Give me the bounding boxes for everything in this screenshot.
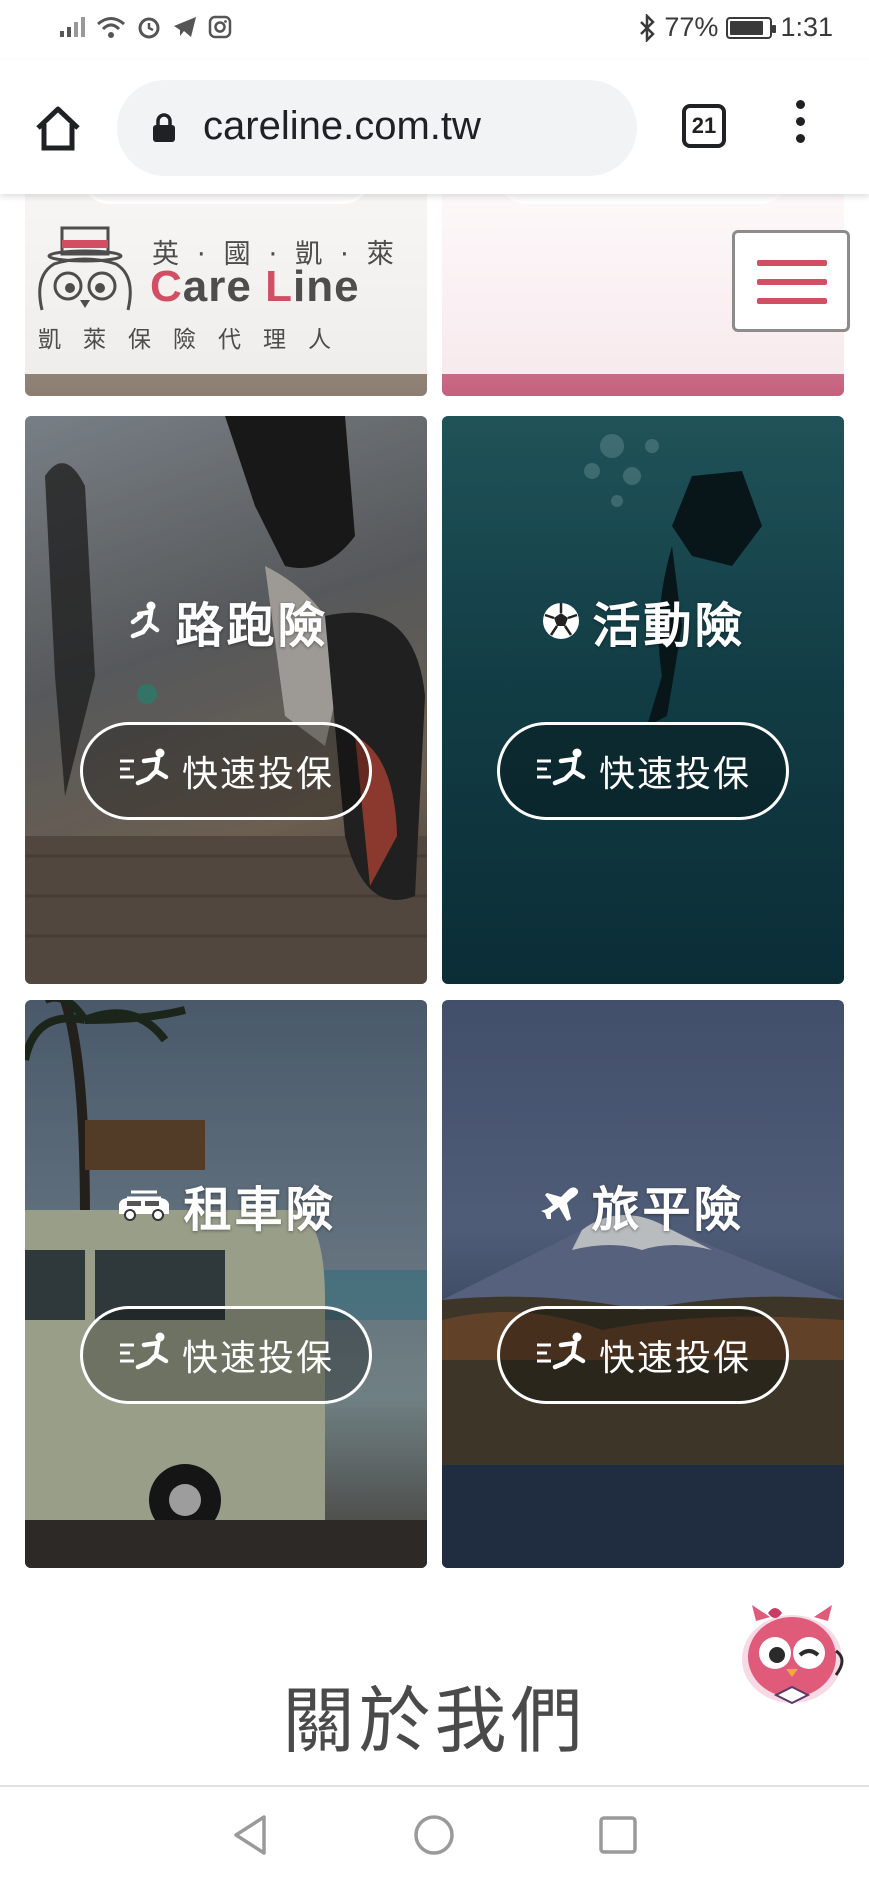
card-overlay [442,416,844,984]
card-title: 路跑險 [25,586,427,656]
card-title: 活動險 [442,586,844,656]
card-title-text: 旅平險 [591,1182,745,1238]
battery-level [730,20,763,35]
bluetooth-icon [640,13,656,42]
card-title-text: 租車險 [183,1182,337,1238]
logo-brand-name: Care Line [150,262,360,312]
wifi-icon [97,17,125,38]
status-icons-left [58,14,232,40]
dot-icon [795,134,805,143]
dot-icon [795,117,805,126]
logo-brand-part: ine [292,262,360,311]
insurance-card-activity[interactable]: 活動險 快速投保 [442,416,844,984]
battery-icon [726,16,777,39]
logo-brand-c: C [150,262,183,311]
tab-switcher-button[interactable]: 21 [682,104,726,148]
page-viewport: 英·國·凱·萊 Care Line 凱萊保險代理人 路跑險 快速投保 活動險 快… [0,194,869,1785]
soccer-ball-icon [540,600,582,642]
menu-bar-icon [757,260,827,266]
quick-insure-label: 快速投保 [598,1338,751,1379]
home-icon [36,106,80,151]
card-title-text: 活動險 [592,598,746,654]
signal-icon [60,17,85,37]
quick-insure-button[interactable]: 快速投保 [80,722,372,820]
browser-menu-button[interactable] [790,100,810,152]
status-bar: 77% 1:31 [0,0,869,60]
home-button[interactable] [30,100,86,156]
careline-logo[interactable]: 英·國·凱·萊 Care Line 凱萊保險代理人 [32,226,412,356]
telegram-icon [174,17,196,37]
quick-insure-button[interactable]: 快速投保 [497,1306,789,1404]
card-overlay [442,1000,844,1568]
battery-percent: 77% [664,12,719,42]
owl-mascot-icon [38,226,132,311]
hamburger-menu-button[interactable] [732,230,850,332]
runner-icon [123,600,165,642]
dashing-runner-icon [535,1331,589,1380]
instagram-icon [208,15,232,39]
insurance-card-running[interactable]: 路跑險 快速投保 [25,416,427,984]
dot-icon [795,100,805,109]
insurance-card-car-rental[interactable]: 租車險 快速投保 [25,1000,427,1568]
system-nav-bar [0,1785,869,1883]
menu-bar-icon [757,279,827,285]
address-bar[interactable]: careline.com.tw [117,80,637,176]
card-overlay [25,1000,427,1568]
quick-insure-button[interactable]: 快速投保 [80,1306,372,1404]
lock-icon [153,113,175,142]
logo-brand-l: L [265,262,293,311]
alarm-icon [138,17,160,39]
dashing-runner-icon [118,1331,172,1380]
browser-toolbar: careline.com.tw 21 [0,60,869,194]
clock: 1:31 [780,12,833,42]
card-title: 旅平險 [442,1170,844,1240]
card-overlay [25,416,427,984]
dashing-runner-icon [118,747,172,796]
car-icon [115,1186,173,1224]
site-header: 英·國·凱·萊 Care Line 凱萊保險代理人 [0,194,869,374]
recents-icon[interactable] [598,1815,638,1855]
logo-tagline-bottom: 凱萊保險代理人 [38,327,353,353]
quick-insure-label: 快速投保 [181,1338,334,1379]
card-title: 租車險 [25,1170,427,1240]
status-icons-right: 77% 1:31 [638,12,833,43]
insurance-card-travel[interactable]: 旅平險 快速投保 [442,1000,844,1568]
dashing-runner-icon [535,747,589,796]
quick-insure-button[interactable]: 快速投保 [497,722,789,820]
card-title-text: 路跑險 [175,598,329,654]
home-circle-icon[interactable] [412,1813,456,1857]
logo-brand-part: are [182,262,266,311]
url-text: careline.com.tw [203,104,481,148]
back-icon[interactable] [230,1813,270,1857]
owl-chat-icon [742,1605,844,1705]
quick-insure-label: 快速投保 [181,754,334,795]
airplane-icon [541,1185,581,1225]
chat-bot-button[interactable] [730,1599,855,1709]
quick-insure-label: 快速投保 [598,754,751,795]
menu-bar-icon [757,298,827,304]
